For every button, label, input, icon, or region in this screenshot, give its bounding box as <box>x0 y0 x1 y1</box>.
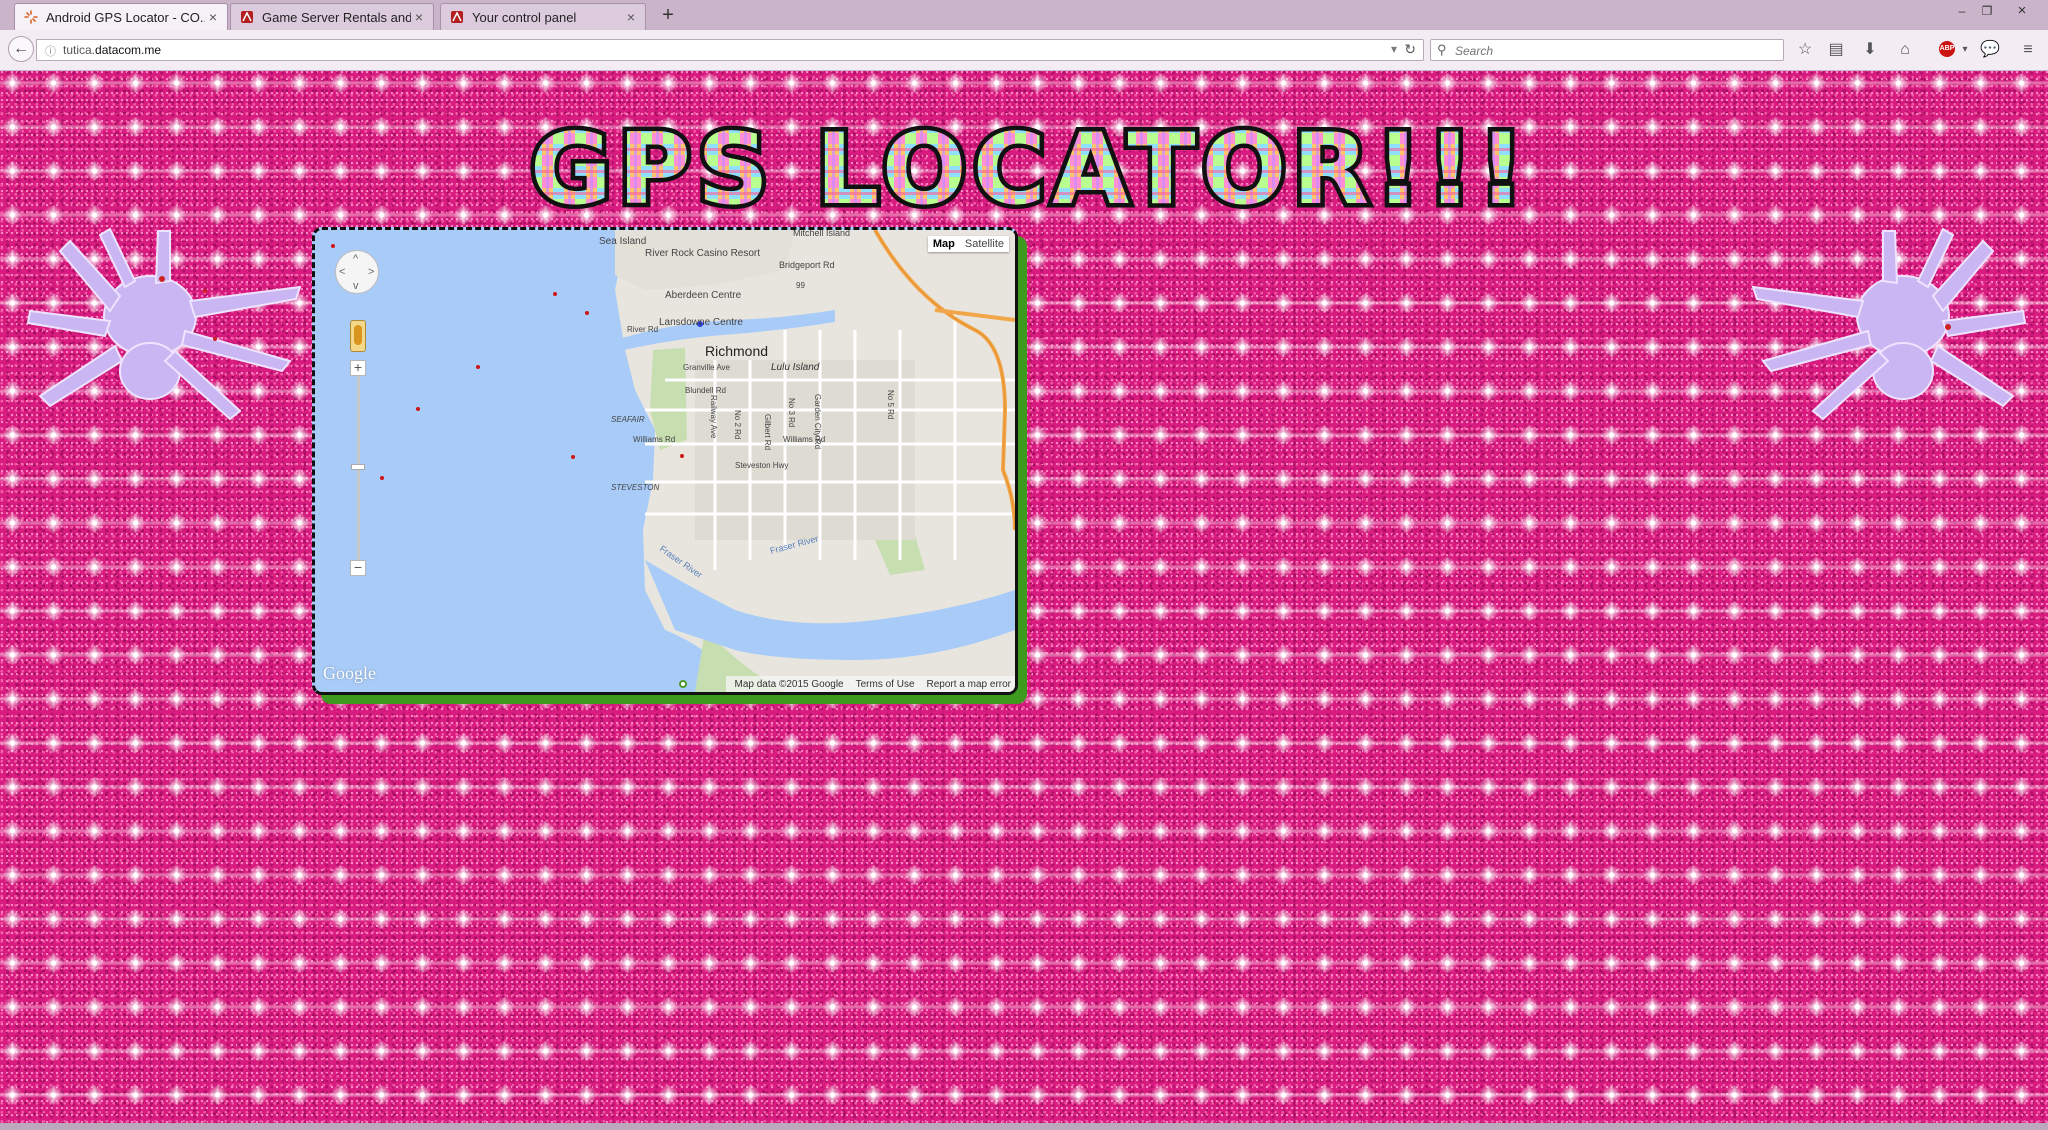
map-label-steveston: STEVESTON <box>611 483 660 492</box>
map-label-casino: River Rock Casino Resort <box>645 248 760 259</box>
search-icon: ⚲ <box>1437 42 1447 57</box>
search-input[interactable] <box>1453 42 1777 60</box>
map-label-aberdeen: Aberdeen Centre <box>665 290 742 301</box>
menu-icon[interactable]: ≡ <box>2018 40 2038 60</box>
pan-right-icon[interactable]: > <box>368 267 374 278</box>
url-text: tutica.datacom.me <box>63 43 162 57</box>
restore-icon[interactable]: ❐ <box>1975 2 1999 20</box>
back-button[interactable]: ← <box>8 36 34 62</box>
home-icon[interactable]: ⌂ <box>1895 40 1915 60</box>
bookmark-star-icon[interactable]: ☆ <box>1795 40 1815 60</box>
navigation-toolbar: ← ⓘ tutica.datacom.me ▾ ↻ ⚲ ☆ ▤ ⬇ ⌂ ABP … <box>0 30 2048 71</box>
taskbar-strip <box>0 1123 2048 1130</box>
map-type-control: Map Satellite <box>927 236 1009 252</box>
spider-image-left <box>10 221 305 431</box>
map-label-blundell: Blundell Rd <box>685 386 726 395</box>
adblock-menu-icon[interactable]: ▾ <box>1955 40 1975 60</box>
map-label-hwy99: 99 <box>796 281 805 290</box>
map-label-steveston-hwy: Steveston Hwy <box>735 461 788 470</box>
map-label-no5: No 5 Rd <box>886 390 895 419</box>
location-indicator-icon <box>679 680 687 688</box>
report-map-error-link[interactable]: Report a map error <box>927 679 1011 690</box>
bookmarks-list-icon[interactable]: ▤ <box>1826 40 1846 60</box>
map-label-seafair: SEAFAIR <box>611 415 645 424</box>
satellite-type-button[interactable]: Satellite <box>959 236 1009 252</box>
map-label-mitchell-island: Mitchell Island <box>793 230 850 238</box>
map-label-lulu-island: Lulu Island <box>771 362 820 373</box>
page-background: GPS LOCATOR!!! Sea Island Mitchell Islan… <box>0 71 2048 1124</box>
page-title: GPS LOCATOR!!! <box>520 109 1540 232</box>
close-tab-icon[interactable]: × <box>205 9 221 25</box>
map-label-lansdowne: Lansdowne Centre <box>659 317 743 328</box>
site-logo-icon <box>240 10 254 24</box>
tab-android-gps-locator[interactable]: Android GPS Locator - CO... × <box>14 3 228 30</box>
map-type-button[interactable]: Map <box>927 236 960 252</box>
map-label-no2: No 2 Rd <box>733 410 742 439</box>
reload-icon[interactable]: ↻ <box>1404 41 1416 58</box>
site-logo-icon <box>450 10 464 24</box>
url-bar[interactable]: ⓘ tutica.datacom.me ▾ ↻ <box>36 39 1424 61</box>
spinner-icon <box>24 10 38 24</box>
pan-left-icon[interactable]: < <box>339 267 345 278</box>
close-window-icon[interactable]: × <box>2010 2 2034 20</box>
map-label-no3: No 3 Rd <box>787 398 796 427</box>
zoom-in-button[interactable]: + <box>350 360 366 376</box>
map-data-attribution: Map data ©2015 Google <box>734 678 844 690</box>
download-icon[interactable]: ⬇ <box>1860 40 1880 60</box>
map-label-river-rd: River Rd <box>627 325 658 334</box>
tab-control-panel[interactable]: Your control panel × <box>440 3 646 30</box>
terms-of-use-link[interactable]: Terms of Use <box>856 679 915 690</box>
map-footer: Map data ©2015 Google Terms of Use Repor… <box>726 676 1015 692</box>
map-canvas[interactable]: Sea Island Mitchell Island River Rock Ca… <box>315 230 1015 692</box>
street-view-pegman-icon[interactable] <box>350 320 366 352</box>
tab-game-server-rentals[interactable]: Game Server Rentals and H... × <box>230 3 434 30</box>
site-info-icon[interactable]: ⓘ <box>45 43 56 59</box>
adblock-icon[interactable]: ABP <box>1939 41 1955 57</box>
tab-title: Android GPS Locator - CO... <box>46 9 205 25</box>
map-label-sea-island: Sea Island <box>599 236 646 247</box>
search-bar[interactable]: ⚲ <box>1430 39 1784 61</box>
tab-title: Your control panel <box>472 9 577 25</box>
pan-up-icon[interactable]: ^ <box>353 254 358 265</box>
map-label-railway: Railway Ave <box>709 395 718 439</box>
map-label-williams-east: Williams Rd <box>783 435 825 444</box>
map-label-bridgeport: Bridgeport Rd <box>779 260 835 270</box>
spider-image-right <box>1748 221 2043 431</box>
map-label-williams-west: Williams Rd <box>633 435 675 444</box>
google-watermark: Google <box>323 663 376 683</box>
map-label-richmond: Richmond <box>705 343 768 359</box>
map-label-granville: Granville Ave <box>683 363 731 372</box>
new-tab-button[interactable]: + <box>656 5 680 27</box>
zoom-out-button[interactable]: − <box>350 560 366 576</box>
minimize-icon[interactable]: – <box>1950 2 1974 20</box>
page-heading: GPS LOCATOR!!! <box>530 113 1530 227</box>
pan-down-icon[interactable]: v <box>353 281 359 292</box>
chat-icon[interactable]: 💬 <box>1980 40 2000 60</box>
zoom-slider-handle[interactable] <box>351 464 365 470</box>
url-dropdown-icon[interactable]: ▾ <box>1391 42 1397 56</box>
close-tab-icon[interactable]: × <box>411 9 427 25</box>
close-tab-icon[interactable]: × <box>623 9 639 25</box>
map-container[interactable]: Sea Island Mitchell Island River Rock Ca… <box>312 227 1018 695</box>
pan-control[interactable]: ^ < > v <box>335 250 379 294</box>
map-label-gilbert: Gilbert Rd <box>763 414 772 450</box>
tab-title: Game Server Rentals and H... <box>262 9 411 25</box>
tab-strip: Android GPS Locator - CO... × Game Serve… <box>0 0 2048 30</box>
